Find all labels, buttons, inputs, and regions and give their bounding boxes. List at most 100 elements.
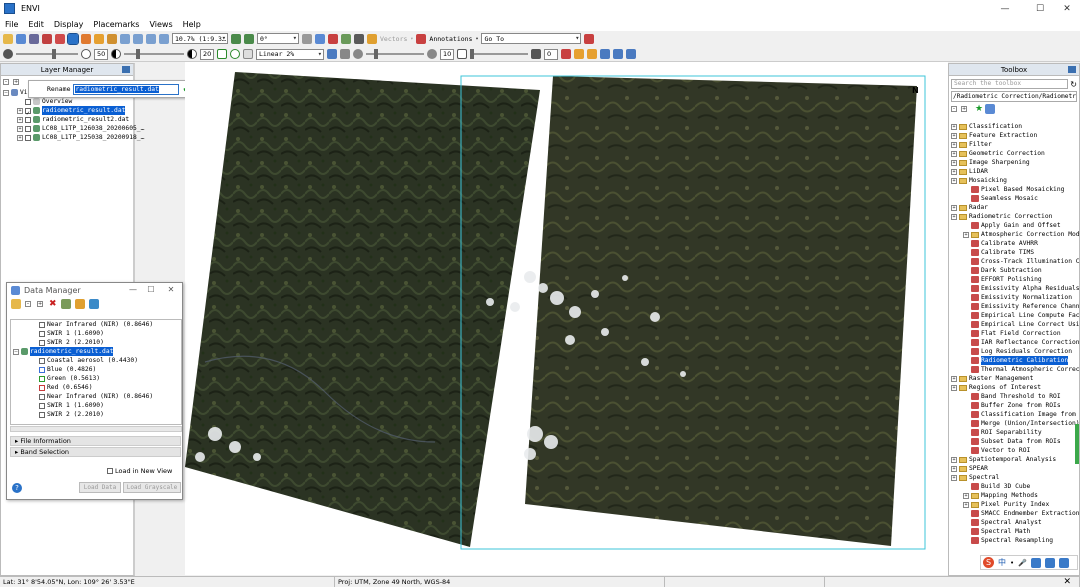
swipe-icon[interactable] (574, 49, 584, 59)
layer-item-radiometric-result[interactable]: + ✓ radiometric_result.dat (3, 106, 133, 117)
expand-toggle-icon[interactable]: + (951, 456, 957, 463)
cursor-value-icon[interactable] (42, 33, 52, 44)
toolbox-tool[interactable]: Classification Image from RO… (951, 410, 1079, 419)
pin-panel-icon[interactable] (1068, 66, 1076, 73)
toolbox-tool[interactable]: Emissivity Reference Channel (951, 302, 1079, 311)
dm-refresh-icon[interactable] (74, 299, 85, 309)
toolbox-tool[interactable]: Thermal Atmospheric Correcti… (951, 365, 1079, 374)
expand-all-icon[interactable]: + (13, 79, 19, 85)
toolbox-tool[interactable]: Spectral Math (951, 527, 1079, 536)
vector-edit-icon[interactable] (341, 33, 351, 44)
layer-item-overview[interactable]: Overview (3, 97, 133, 106)
expand-toggle-icon[interactable]: + (951, 465, 957, 472)
open-icon[interactable] (3, 33, 13, 44)
toolbox-folder[interactable]: + Filter (951, 140, 1079, 149)
ime-language[interactable]: 中 (998, 557, 1006, 568)
band-item[interactable]: Near Infrared (NIR) (0.8646) (13, 392, 181, 401)
view-sync-icon[interactable] (626, 49, 636, 59)
toolbox-tool[interactable]: Cross-Track Illumination Cor… (951, 257, 1079, 266)
toolbox-folder[interactable]: + Pixel Purity Index (951, 500, 1079, 509)
toolbox-tool[interactable]: Apply Gain and Offset (951, 221, 1079, 230)
band-item[interactable]: SWIR 1 (1.6090) (13, 401, 181, 410)
toolbox-tool[interactable]: Spectral Resampling (951, 536, 1079, 545)
band-selection-section[interactable]: ▸ Band Selection (10, 447, 181, 457)
toolbox-tool[interactable]: Vector to ROI (951, 446, 1079, 455)
image-view[interactable]: N (185, 62, 948, 575)
toolbox-collapse-icon[interactable]: – (951, 106, 957, 112)
help-icon[interactable]: ? (12, 483, 22, 493)
toolbox-tool[interactable]: Spectral Analyst (951, 518, 1079, 527)
load-data-button[interactable]: Load Data (79, 482, 121, 493)
expand-toggle-icon[interactable]: + (951, 150, 957, 157)
band-item[interactable]: Blue (0.4826) (13, 365, 181, 374)
toolbox-tool[interactable]: Build 3D Cube (951, 482, 1079, 491)
menu-file[interactable]: File (0, 20, 23, 29)
dm-expand-icon[interactable]: + (37, 301, 43, 307)
brightness-slider[interactable] (16, 49, 78, 59)
file-information-section[interactable]: ▸ File Information (10, 436, 181, 446)
ime-skin-icon[interactable] (1044, 557, 1055, 568)
pan-icon[interactable] (81, 33, 91, 44)
view-link-icon[interactable] (613, 49, 623, 59)
toolbox-folder[interactable]: + SPEAR (951, 464, 1079, 473)
toolbox-tool[interactable]: Empirical Line Correct Using… (951, 320, 1079, 329)
band-item[interactable]: SWIR 2 (2.2010) (13, 410, 181, 419)
expand-toggle-icon[interactable]: + (951, 123, 957, 130)
toolbox-tool[interactable]: EFFORT Polishing (951, 275, 1079, 284)
pin-icon[interactable] (55, 33, 65, 44)
search-refresh-icon[interactable]: ↻ (1070, 80, 1077, 89)
blend-icon[interactable] (587, 49, 597, 59)
annotation-icon[interactable] (416, 33, 427, 44)
dm-minimize-button[interactable]: — (125, 283, 141, 297)
scene-left[interactable] (185, 72, 540, 547)
vectors-menu[interactable]: Vectors (380, 35, 407, 43)
toolbox-folder[interactable]: + LiDAR (951, 167, 1079, 176)
stretch-roi-icon[interactable] (217, 49, 227, 59)
toolbox-folder[interactable]: + Atmospheric Correction Modul… (951, 230, 1079, 239)
toolbox-folder[interactable]: + Classification (951, 122, 1079, 131)
expand-toggle-icon[interactable]: + (951, 384, 957, 391)
dm-close-button[interactable]: ✕ (163, 283, 179, 297)
menu-placemarks[interactable]: Placemarks (88, 20, 144, 29)
layer-item-lc08-125038[interactable]: + LC08_L1TP_125038_20200918_… (3, 133, 144, 142)
toolbox-folder[interactable]: + Regions of Interest (951, 383, 1079, 392)
band-item[interactable]: Near Infrared (NIR) (0.8646) (13, 320, 181, 329)
expand-toggle-icon[interactable]: + (951, 159, 957, 166)
satellite-image-mosaic[interactable] (185, 62, 948, 575)
toolbox-folder[interactable]: + Geometric Correction (951, 149, 1079, 158)
contrast-value[interactable]: 20 (200, 48, 214, 60)
zoom-full-icon[interactable] (146, 33, 156, 44)
menu-help[interactable]: Help (178, 20, 206, 29)
stretch-combo[interactable]: Linear 2% (256, 48, 324, 60)
band-item[interactable]: SWIR 2 (2.2010) (13, 338, 181, 347)
toolbox-tool[interactable]: Merge (Union/Intersection) R… (951, 419, 1079, 428)
menu-display[interactable]: Display (49, 20, 89, 29)
sharpen-slider[interactable] (366, 49, 424, 59)
crosshair-icon[interactable] (302, 33, 312, 44)
band-item[interactable]: SWIR 1 (1.6090) (13, 329, 181, 338)
zoom-in-icon[interactable] (120, 33, 130, 44)
toolbox-tool[interactable]: Emissivity Normalization (951, 293, 1079, 302)
band-item[interactable]: Coastal aerosol (0.4430) (13, 356, 181, 365)
expand-toggle-icon[interactable]: + (951, 375, 957, 382)
toolbox-tool[interactable]: Seamless Mosaic (951, 194, 1079, 203)
toolbox-tool[interactable]: Calibrate TIMS (951, 248, 1079, 257)
dm-horizontal-scrollbar[interactable] (10, 426, 182, 432)
histogram-icon[interactable] (340, 49, 350, 59)
toolbox-folder[interactable]: + Spatiotemporal Analysis (951, 455, 1079, 464)
band-item[interactable]: Green (0.5613) (13, 374, 181, 383)
measure-icon[interactable] (315, 33, 325, 44)
expand-toggle-icon[interactable]: + (951, 141, 957, 148)
toolbox-folder[interactable]: + Mosaicking (951, 176, 1079, 185)
rotation-combo[interactable]: 0° (257, 33, 299, 44)
toolbox-folder[interactable]: + Raster Management (951, 374, 1079, 383)
select-icon[interactable] (67, 32, 79, 45)
layer-item-radiometric-result2[interactable]: + radiometric_result2.dat (3, 115, 133, 124)
status-close-icon[interactable]: ✕ (1063, 577, 1071, 587)
toolbox-tool[interactable]: Dark Subtraction (951, 266, 1079, 275)
ime-menu-icon[interactable] (1058, 557, 1069, 568)
layer-icon[interactable] (29, 33, 39, 44)
pin-panel-icon[interactable] (122, 66, 130, 73)
toolbox-folder[interactable]: + Spectral (951, 473, 1079, 482)
rotate-left-icon[interactable] (231, 33, 241, 44)
